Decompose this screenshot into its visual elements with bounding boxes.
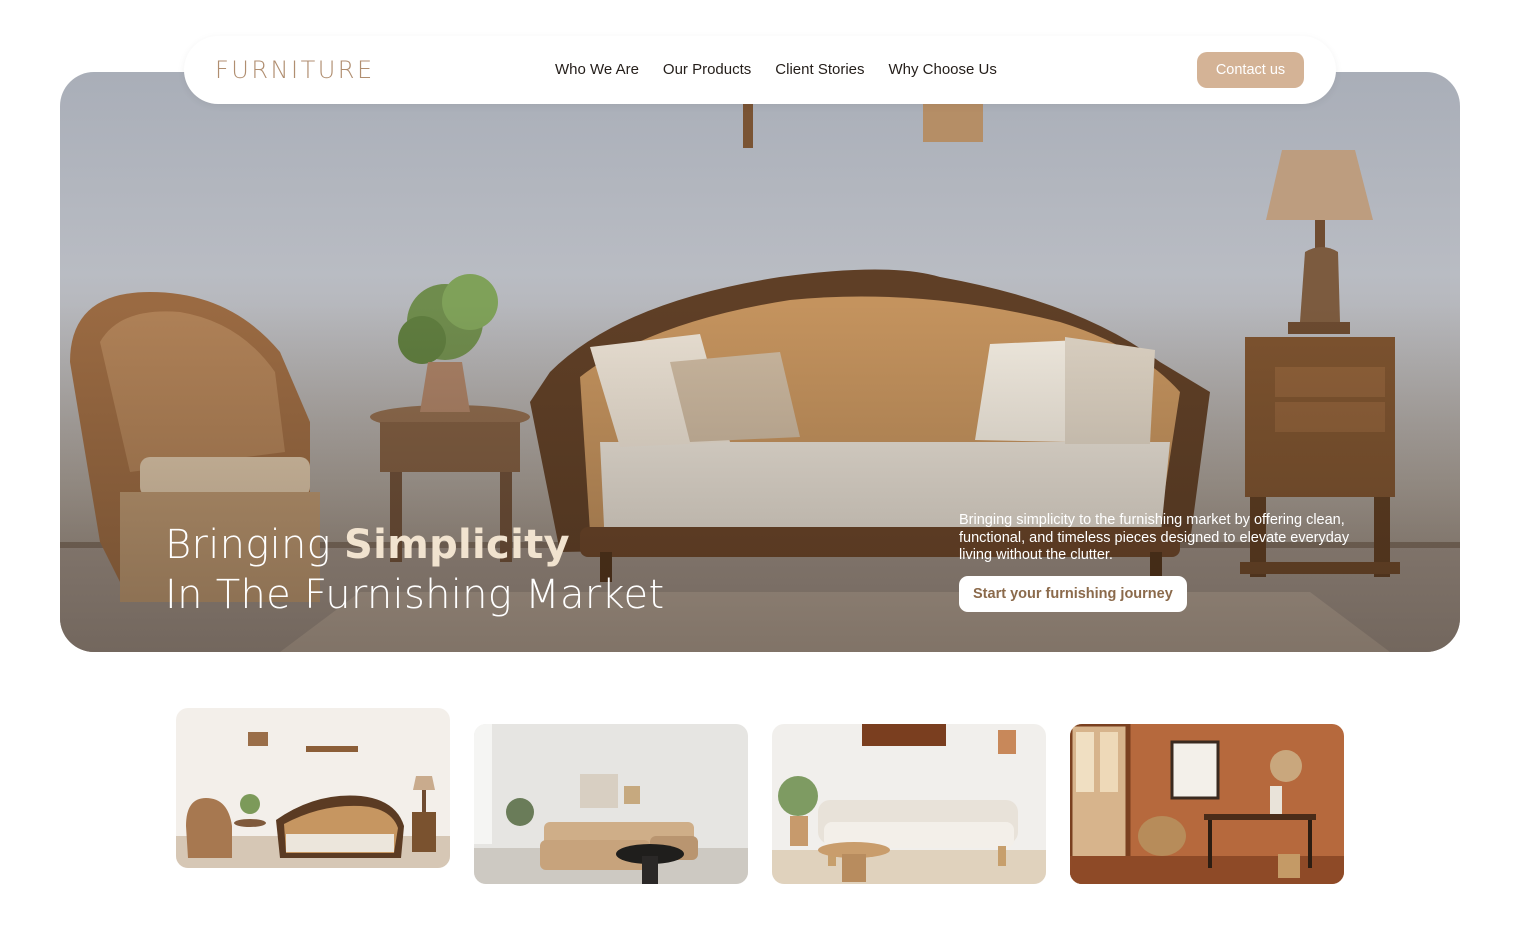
contact-button[interactable]: Contact us <box>1197 52 1304 88</box>
headline-part1: Bringing <box>165 522 344 568</box>
headline-emphasis: Simplicity <box>344 522 570 568</box>
nav-link-client-stories[interactable]: Client Stories <box>775 61 864 78</box>
gallery <box>176 708 1344 888</box>
gallery-card-1[interactable] <box>176 708 450 868</box>
nav-link-why-choose-us[interactable]: Why Choose Us <box>889 61 997 78</box>
navbar: FURNITURE Who We Are Our Products Client… <box>184 36 1336 104</box>
main-nav: Who We Are Our Products Client Stories W… <box>555 61 997 78</box>
beige-sectional-room-image <box>474 724 748 884</box>
cream-sofa-plants-room-image <box>772 724 1046 884</box>
gallery-card-4[interactable] <box>1070 724 1344 884</box>
brand-logo[interactable]: FURNITURE <box>215 56 375 84</box>
gallery-card-2[interactable] <box>474 724 748 884</box>
headline-line2: In The Furnishing Market <box>165 572 665 618</box>
hero-headline: Bringing Simplicity In The Furnishing Ma… <box>165 520 664 620</box>
nav-link-who-we-are[interactable]: Who We Are <box>555 61 639 78</box>
rattan-chair-sofa-room-image <box>176 708 450 868</box>
terracotta-workspace-room-image <box>1070 724 1344 884</box>
nav-link-our-products[interactable]: Our Products <box>663 61 751 78</box>
start-journey-button[interactable]: Start your furnishing journey <box>959 576 1187 612</box>
gallery-card-3[interactable] <box>772 724 1046 884</box>
hero-description: Bringing simplicity to the furnishing ma… <box>959 512 1350 563</box>
hero-banner: Bringing Simplicity In The Furnishing Ma… <box>60 72 1460 652</box>
